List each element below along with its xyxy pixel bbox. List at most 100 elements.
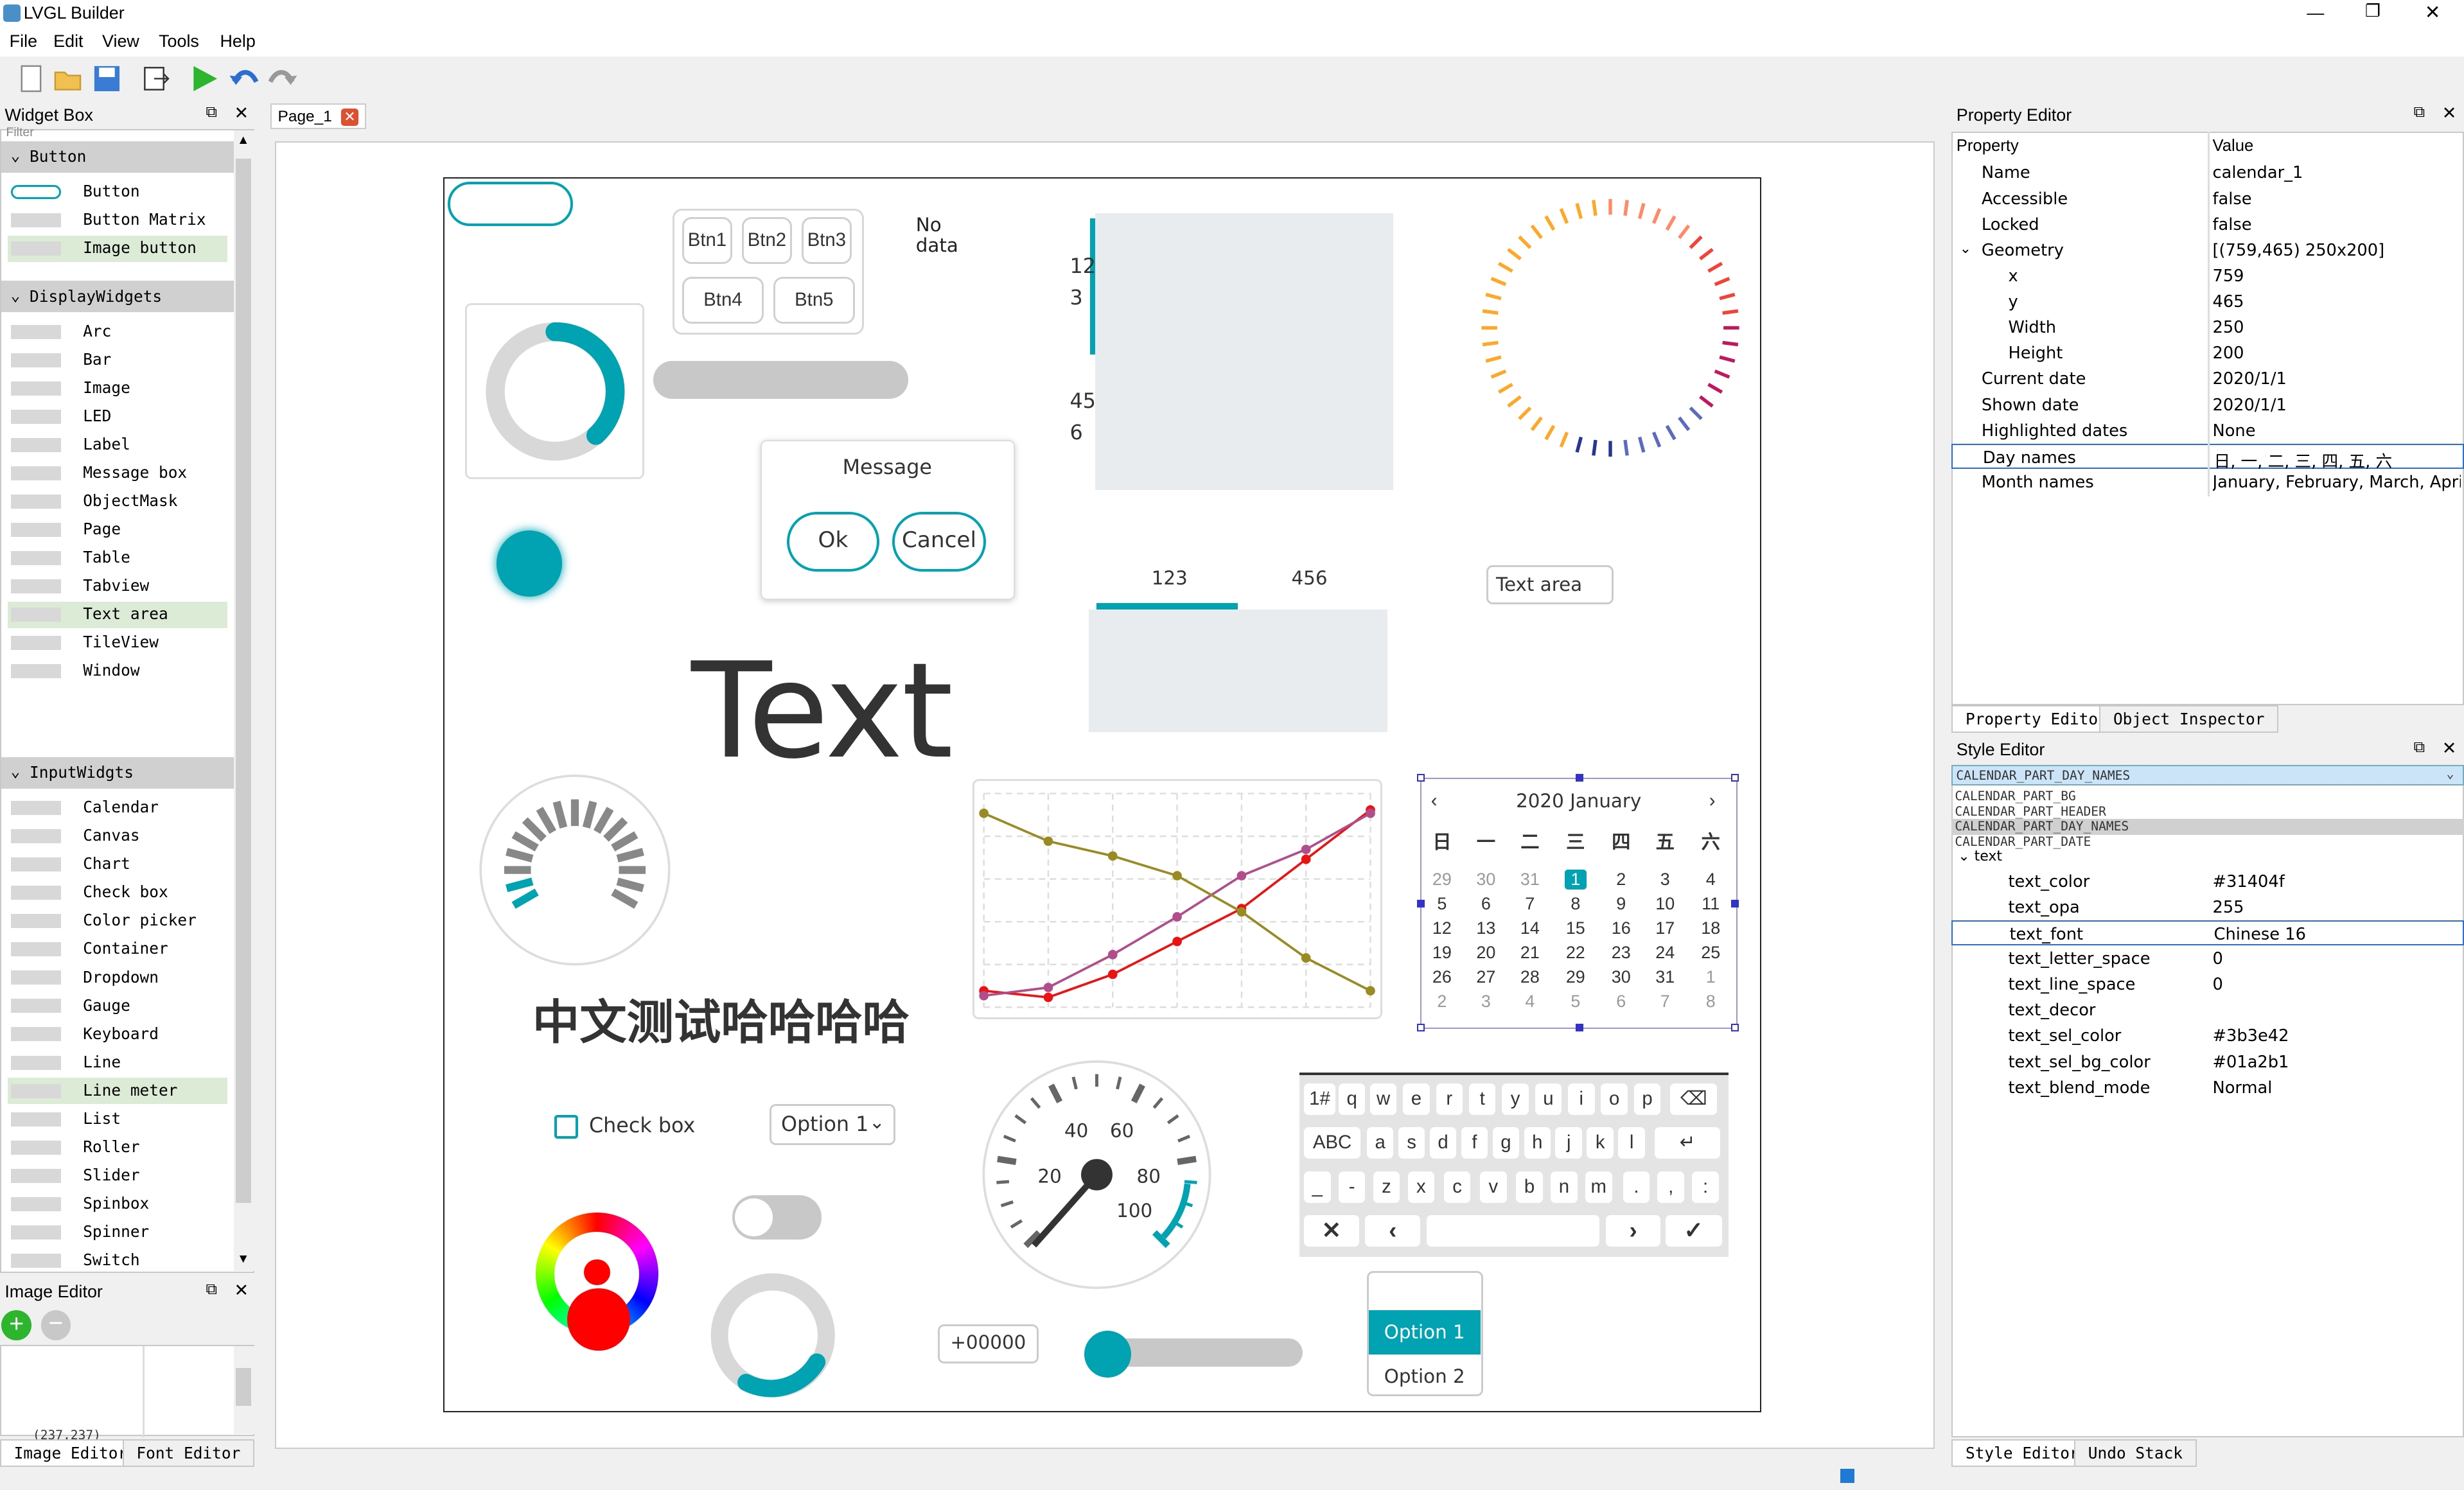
widget-item-table[interactable]: Table — [8, 545, 227, 572]
calendar-date[interactable]: 13 — [1468, 918, 1503, 938]
calendar-date[interactable]: 1 — [1693, 967, 1728, 987]
calendar-date[interactable]: 11 — [1693, 894, 1728, 914]
calendar-date[interactable]: 27 — [1468, 967, 1503, 987]
widget-item-button-matrix[interactable]: Button Matrix — [8, 207, 227, 234]
widget-item-line[interactable]: Line — [8, 1049, 227, 1076]
tab-font-editor[interactable]: Font Editor — [122, 1439, 254, 1467]
widget-item-container[interactable]: Container — [8, 936, 227, 963]
part-option[interactable]: CALENDAR_PART_HEADER — [1951, 804, 2464, 820]
calendar-date[interactable]: 21 — [1513, 943, 1547, 963]
calendar-date[interactable]: 19 — [1425, 943, 1459, 963]
style-value[interactable]: #3b3e42 — [2213, 1026, 2461, 1046]
switch-knob[interactable] — [735, 1198, 773, 1236]
msgbox-cancel-button[interactable]: Cancel — [892, 511, 987, 572]
lvgl-screen[interactable]: Btn1 Btn2 Btn3 Btn4 Btn5 No data Message… — [443, 177, 1762, 1413]
keyboard-key[interactable]: v — [1480, 1171, 1507, 1203]
widget-item-gauge[interactable]: Gauge — [8, 993, 227, 1020]
keyboard-key[interactable]: m — [1585, 1171, 1612, 1203]
keyboard-key[interactable]: n — [1551, 1171, 1578, 1203]
property-value[interactable]: 250 — [2213, 318, 2461, 337]
widget-item-slider[interactable]: Slider — [8, 1162, 227, 1189]
calendar-widget[interactable]: ‹ 2020 January › 日一二三四五六 29 30 31 1 2 3 4 5 6 7 8 9 1… — [1416, 774, 1739, 1032]
keyboard-key[interactable]: u — [1535, 1083, 1562, 1115]
calendar-date[interactable]: 8 — [1558, 894, 1593, 914]
save-icon[interactable] — [91, 63, 123, 94]
keyboard-key[interactable]: . — [1623, 1171, 1650, 1203]
keyboard-key[interactable]: - — [1338, 1171, 1366, 1203]
slider-knob[interactable] — [1084, 1330, 1131, 1378]
checkbox-box[interactable] — [554, 1115, 578, 1139]
tab-456[interactable]: 456 — [1291, 567, 1327, 589]
dropdown-widget[interactable]: Option 1 ⌄ — [770, 1104, 895, 1145]
btnm-btn3[interactable]: Btn3 — [801, 216, 852, 265]
text-group[interactable]: ⌄ text — [1958, 848, 2002, 864]
text-area[interactable]: Text area — [1486, 565, 1614, 605]
part-option[interactable]: CALENDAR_PART_DATE — [1951, 834, 2464, 850]
undo-icon[interactable] — [228, 63, 260, 94]
calendar-date[interactable]: 6 — [1604, 992, 1639, 1012]
keyboard-key[interactable]: q — [1338, 1083, 1366, 1115]
keyboard-key[interactable]: e — [1403, 1083, 1430, 1115]
keyboard-key[interactable]: a — [1366, 1127, 1394, 1159]
keyboard-key[interactable]: d — [1429, 1127, 1457, 1159]
list-item[interactable]: Option 2 — [1369, 1358, 1481, 1396]
widget-item-objectmask[interactable]: ObjectMask — [8, 488, 227, 515]
calendar-date[interactable]: 1 — [1564, 870, 1587, 890]
menu-edit[interactable]: Edit — [53, 31, 83, 51]
keyboard-key[interactable] — [1426, 1215, 1599, 1247]
widget-item-spinbox[interactable]: Spinbox — [8, 1191, 227, 1218]
float-icon[interactable]: ⧉ — [2414, 103, 2425, 121]
calendar-date[interactable]: 12 — [1425, 918, 1459, 938]
add-image-icon[interactable]: + — [1, 1310, 31, 1340]
list-item[interactable]: Option 1 — [1368, 1310, 1481, 1354]
widget-item-color-picker[interactable]: Color picker — [8, 908, 227, 935]
btnm-btn1[interactable]: Btn1 — [682, 216, 733, 265]
keyboard-key[interactable]: t — [1468, 1083, 1496, 1115]
tab-property-editor[interactable]: Property Editor — [1951, 705, 2122, 733]
style-value[interactable]: Chinese 16 — [2214, 925, 2463, 944]
keyboard-key[interactable]: ABC — [1304, 1127, 1361, 1159]
calendar-date[interactable]: 3 — [1468, 992, 1503, 1012]
keyboard-key[interactable]: p — [1633, 1083, 1661, 1115]
widget-item-canvas[interactable]: Canvas — [8, 823, 227, 850]
keyboard-key[interactable]: 1# — [1304, 1083, 1335, 1115]
resize-handle[interactable] — [1416, 1024, 1425, 1032]
style-value[interactable]: #31404f — [2213, 872, 2461, 891]
style-row[interactable]: text_blend_mode Normal — [1951, 1075, 2464, 1100]
widget-item-check-box[interactable]: Check box — [8, 880, 227, 907]
widget-item-line-meter[interactable]: Line meter — [7, 1077, 228, 1105]
keyboard-key[interactable]: f — [1461, 1127, 1488, 1159]
keyboard-key[interactable]: j — [1555, 1127, 1583, 1159]
scroll-up-icon[interactable]: ▲ — [237, 133, 249, 148]
widget-item-list[interactable]: List — [8, 1106, 227, 1133]
keyboard-key[interactable]: k — [1587, 1127, 1614, 1159]
scroll-down-icon[interactable]: ▼ — [237, 1252, 249, 1266]
calendar-date[interactable]: 15 — [1558, 918, 1593, 938]
widget-item-dropdown[interactable]: Dropdown — [8, 965, 227, 992]
widget-item-window[interactable]: Window — [8, 658, 227, 685]
calendar-date[interactable]: 4 — [1513, 992, 1547, 1012]
calendar-date[interactable]: 25 — [1693, 943, 1728, 963]
resize-handle[interactable] — [1416, 899, 1425, 908]
tab-style-editor[interactable]: Style Editor — [1951, 1439, 2093, 1467]
close-icon[interactable]: ✕ — [2442, 739, 2457, 758]
calendar-date[interactable]: 6 — [1468, 894, 1503, 914]
keyboard-key[interactable]: i — [1568, 1083, 1595, 1115]
calendar-date[interactable]: 5 — [1425, 894, 1459, 914]
tileview-widget[interactable] — [1095, 213, 1394, 490]
calendar-date[interactable]: 31 — [1648, 967, 1682, 987]
keyboard-key[interactable]: ↵ — [1654, 1127, 1721, 1159]
calendar-date[interactable]: 3 — [1648, 870, 1682, 890]
widget-item-led[interactable]: LED — [8, 403, 227, 430]
style-value[interactable]: 255 — [2213, 898, 2461, 917]
tab-undo-stack[interactable]: Undo Stack — [2074, 1439, 2197, 1467]
widget-item-keyboard[interactable]: Keyboard — [8, 1021, 227, 1048]
part-option[interactable]: CALENDAR_PART_BG — [1951, 789, 2464, 804]
property-value[interactable]: 200 — [2213, 344, 2461, 363]
style-row[interactable]: text_line_space 0 — [1951, 972, 2464, 997]
restore-icon[interactable]: ❐ — [2365, 1, 2380, 21]
style-row[interactable]: text_decor — [1951, 997, 2464, 1022]
float-icon[interactable]: ⧉ — [2414, 739, 2425, 757]
style-row[interactable]: text_opa 255 — [1951, 895, 2464, 920]
keyboard-key[interactable]: o — [1601, 1083, 1628, 1115]
